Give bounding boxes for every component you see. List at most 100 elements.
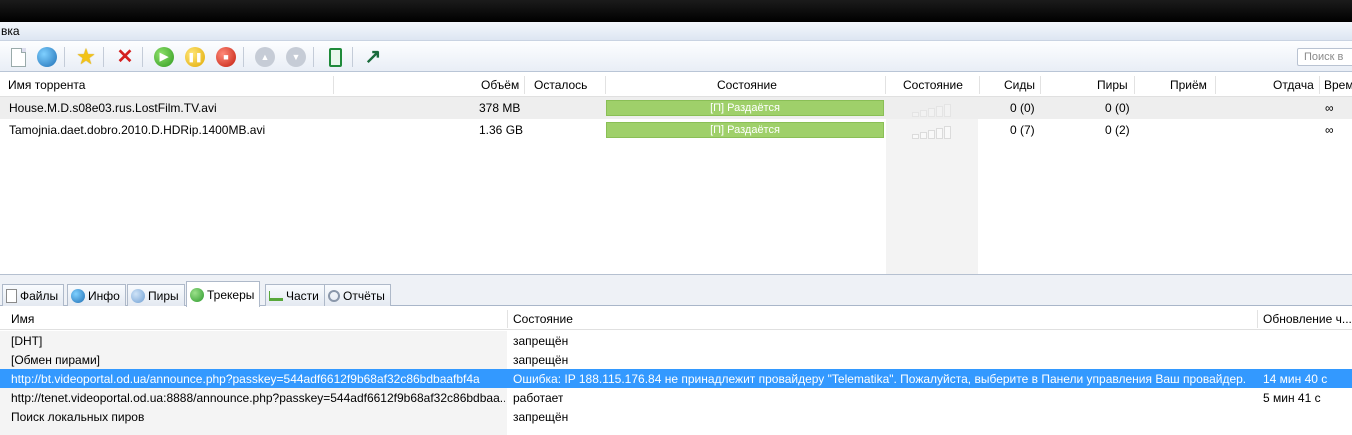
tab-label: Инфо bbox=[88, 288, 120, 303]
toolbar-separator bbox=[64, 47, 65, 67]
file-icon bbox=[6, 288, 17, 303]
column-header-tracker-status[interactable]: Состояние bbox=[513, 312, 573, 326]
search-input[interactable]: Поиск в bbox=[1297, 48, 1352, 66]
tracker-update: 14 мин 40 с bbox=[1263, 372, 1328, 386]
start-icon: ▶ bbox=[154, 47, 174, 67]
torrent-row[interactable]: Tamojnia.daet.dobro.2010.D.HDRip.1400MB.… bbox=[0, 119, 1352, 141]
column-header-peers[interactable]: Пиры bbox=[1097, 78, 1128, 92]
stop-button[interactable]: ■ bbox=[213, 44, 239, 70]
window-title-bar bbox=[0, 0, 1352, 22]
torrent-name: Tamojnia.daet.dobro.2010.D.HDRip.1400MB.… bbox=[9, 123, 266, 137]
tab-label: Пиры bbox=[148, 288, 179, 303]
pieces-icon bbox=[269, 290, 283, 301]
column-header-upload[interactable]: Отдача bbox=[1273, 78, 1314, 92]
column-header-download[interactable]: Приём bbox=[1170, 78, 1207, 92]
tab-info[interactable]: Инфо bbox=[67, 284, 126, 306]
tab-trackers[interactable]: Трекеры bbox=[186, 281, 261, 307]
tracker-name: [Обмен пирами] bbox=[11, 353, 100, 367]
share-icon: ↗ bbox=[364, 46, 382, 68]
tab-label: Файлы bbox=[20, 288, 59, 303]
tracker-row[interactable]: http://tenet.videoportal.od.ua:8888/anno… bbox=[0, 388, 1352, 407]
tracker-status: запрещён bbox=[513, 334, 569, 348]
tracker-row[interactable]: [Обмен пирами] запрещён bbox=[0, 350, 1352, 369]
pause-button[interactable]: ❚❚ bbox=[182, 44, 208, 70]
menu-item-partial[interactable]: вка bbox=[1, 24, 20, 38]
column-divider bbox=[1215, 76, 1216, 94]
torrent-status-bar: [П] Раздаётся bbox=[606, 100, 884, 116]
tracker-status: запрещён bbox=[513, 353, 569, 367]
tab-logs[interactable]: Отчёты bbox=[324, 284, 391, 306]
tracker-row-selected[interactable]: http://bt.videoportal.od.ua/announce.php… bbox=[0, 369, 1352, 388]
search-placeholder: Поиск в bbox=[1304, 51, 1344, 63]
detail-tabs: Файлы Инфо Пиры Трекеры Части Отчёты bbox=[0, 281, 1352, 307]
move-up-button[interactable]: ▲ bbox=[252, 44, 278, 70]
favorites-button[interactable]: ★ bbox=[73, 44, 99, 70]
torrent-status: [П] Раздаётся bbox=[710, 102, 780, 114]
move-down-button[interactable]: ▼ bbox=[283, 44, 309, 70]
log-icon bbox=[328, 289, 340, 302]
stop-icon: ■ bbox=[216, 47, 236, 67]
toolbar-separator bbox=[103, 47, 104, 67]
torrent-seeds: 0 (0) bbox=[1010, 101, 1035, 115]
column-divider bbox=[507, 310, 508, 328]
tab-label: Трекеры bbox=[207, 287, 255, 302]
column-header-tracker-name[interactable]: Имя bbox=[11, 312, 34, 326]
tracker-list-header: Имя Состояние Обновление ч... bbox=[0, 307, 1352, 330]
tab-label: Части bbox=[286, 288, 319, 303]
column-header-size[interactable]: Объём bbox=[481, 78, 519, 92]
tracker-update: 5 мин 41 с bbox=[1263, 391, 1321, 405]
column-divider bbox=[1040, 76, 1041, 94]
tracker-status: Ошибка: IP 188.115.176.84 не принадлежит… bbox=[513, 372, 1247, 386]
column-divider bbox=[979, 76, 980, 94]
add-url-icon bbox=[37, 47, 57, 67]
torrent-status-bar: [П] Раздаётся bbox=[606, 122, 884, 138]
tracker-row[interactable]: [DHT] запрещён bbox=[0, 331, 1352, 350]
start-button[interactable]: ▶ bbox=[151, 44, 177, 70]
column-header-eta[interactable]: Врем bbox=[1324, 78, 1352, 92]
torrent-size: 1.36 GB bbox=[479, 123, 524, 137]
add-torrent-icon bbox=[10, 47, 26, 67]
column-header-tracker-update[interactable]: Обновление ч... bbox=[1263, 312, 1352, 326]
column-header-remaining[interactable]: Осталось bbox=[534, 78, 587, 92]
torrent-row[interactable]: House.M.D.s08e03.rus.LostFilm.TV.avi 378… bbox=[0, 97, 1352, 119]
tracker-status: работает bbox=[513, 391, 564, 405]
tracker-name: http://bt.videoportal.od.ua/announce.php… bbox=[11, 372, 480, 386]
toolbar-separator bbox=[142, 47, 143, 67]
remote-device-button[interactable] bbox=[322, 44, 348, 70]
torrent-name: House.M.D.s08e03.rus.LostFilm.TV.avi bbox=[9, 101, 217, 115]
column-header-name[interactable]: Имя торрента bbox=[8, 78, 85, 92]
remote-device-icon bbox=[328, 47, 342, 67]
torrent-status: [П] Раздаётся bbox=[710, 124, 780, 136]
column-header-status[interactable]: Состояние bbox=[717, 78, 777, 92]
torrent-peers: 0 (2) bbox=[1105, 123, 1130, 137]
globe-icon bbox=[71, 288, 85, 303]
tab-peers[interactable]: Пиры bbox=[127, 284, 185, 306]
toolbar-separator bbox=[352, 47, 353, 67]
column-divider bbox=[1319, 76, 1320, 94]
column-divider bbox=[1134, 76, 1135, 94]
menu-bar: вка bbox=[0, 22, 1352, 41]
add-url-button[interactable] bbox=[34, 44, 60, 70]
tab-files[interactable]: Файлы bbox=[2, 284, 65, 306]
torrent-size: 378 MB bbox=[479, 101, 521, 115]
column-header-availability[interactable]: Состояние bbox=[903, 78, 963, 92]
toolbar-separator bbox=[243, 47, 244, 67]
toolbar-separator bbox=[313, 47, 314, 67]
add-torrent-button[interactable] bbox=[5, 44, 31, 70]
favorites-star-icon: ★ bbox=[76, 44, 96, 69]
tracker-row[interactable]: Поиск локальных пиров запрещён bbox=[0, 407, 1352, 426]
tracker-name: Поиск локальных пиров bbox=[11, 410, 145, 424]
column-divider bbox=[885, 76, 886, 94]
remove-button[interactable]: ✕ bbox=[112, 44, 138, 70]
pane-splitter[interactable] bbox=[0, 274, 1352, 281]
torrent-eta: ∞ bbox=[1325, 101, 1334, 115]
column-divider bbox=[333, 76, 334, 94]
share-button[interactable]: ↗ bbox=[360, 44, 386, 70]
column-header-seeds[interactable]: Сиды bbox=[1004, 78, 1035, 92]
move-down-icon: ▼ bbox=[286, 47, 306, 67]
tab-pieces[interactable]: Части bbox=[265, 284, 325, 306]
column-divider bbox=[1257, 310, 1258, 328]
tracker-name: [DHT] bbox=[11, 334, 43, 348]
availability-blocks bbox=[912, 104, 951, 117]
torrent-list-header: Имя торрента Объём Осталось Состояние Со… bbox=[0, 73, 1352, 97]
